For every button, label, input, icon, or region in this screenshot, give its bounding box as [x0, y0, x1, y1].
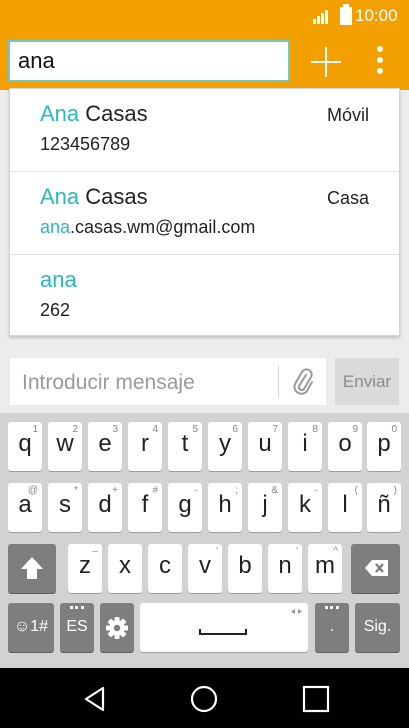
send-button[interactable]: Enviar: [335, 358, 399, 405]
backspace-key[interactable]: [351, 544, 400, 593]
period-key[interactable]: .: [315, 603, 349, 652]
suggestion-item[interactable]: Ana Casas Móvil 123456789: [10, 89, 399, 171]
contact-name: Ana Casas: [40, 101, 148, 126]
space-key[interactable]: [140, 603, 308, 652]
key-y[interactable]: 6y: [208, 422, 242, 471]
recipient-search-input[interactable]: ana: [8, 40, 290, 82]
key-t[interactable]: 5t: [168, 422, 202, 471]
key-z[interactable]: – z: [68, 544, 102, 593]
recent-apps-icon[interactable]: [301, 684, 331, 714]
navigation-bar: [0, 668, 409, 728]
key-n-tilde[interactable]: ) ñ: [367, 483, 401, 532]
key-u[interactable]: 7u: [248, 422, 282, 471]
shift-key[interactable]: [8, 544, 56, 593]
contact-type: Casa: [326, 188, 369, 208]
signal-icon: [313, 8, 331, 24]
backspace-icon: [365, 560, 388, 576]
key-m[interactable]: ^ m: [308, 544, 342, 593]
shift-icon: [21, 557, 43, 579]
key-p[interactable]: 0p: [367, 422, 401, 471]
key-x[interactable]: x: [108, 544, 142, 593]
emoji-symbols-key[interactable]: ☺1#: [8, 603, 54, 652]
message-input[interactable]: Introducir mensaje: [10, 358, 326, 405]
contact-suggestions: Ana Casas Móvil 123456789 Ana Casas Casa…: [9, 88, 400, 336]
key-a[interactable]: @ a: [8, 483, 42, 532]
key-o[interactable]: 9o: [328, 422, 362, 471]
back-icon[interactable]: [80, 684, 110, 714]
language-key[interactable]: ES: [60, 603, 94, 652]
divider: [278, 365, 279, 397]
key-g[interactable]: -g: [168, 483, 202, 532]
add-recipient-icon[interactable]: [310, 46, 342, 78]
next-key[interactable]: Sig.: [355, 603, 400, 652]
contact-detail: 262: [40, 300, 71, 320]
message-placeholder: Introducir mensaje: [22, 371, 195, 394]
settings-key[interactable]: [100, 603, 134, 652]
key-r[interactable]: 4r: [128, 422, 162, 471]
status-bar: 10:00: [0, 0, 409, 32]
key-j[interactable]: & j: [248, 483, 282, 532]
contact-detail: 123456789: [40, 134, 131, 154]
space-bar-icon: [199, 609, 302, 635]
contact-type: Móvil: [326, 105, 369, 125]
more-options-icon[interactable]: [370, 46, 390, 76]
key-v[interactable]: ' v: [188, 544, 222, 593]
key-f[interactable]: # f: [128, 483, 162, 532]
key-w[interactable]: 2w: [48, 422, 82, 471]
key-n[interactable]: ' n: [268, 544, 302, 593]
gear-icon: [106, 617, 128, 639]
contact-detail: ana.casas.wm@gmail.com: [40, 217, 256, 237]
key-l[interactable]: (l: [328, 483, 362, 532]
key-i[interactable]: 8i: [288, 422, 322, 471]
key-h[interactable]: ; h: [208, 483, 242, 532]
attach-icon[interactable]: [291, 367, 315, 397]
app-bar: ana: [0, 32, 409, 90]
suggestion-item[interactable]: Ana Casas Casa ana.casas.wm@gmail.com: [10, 171, 399, 254]
battery-icon: [340, 4, 352, 25]
contact-name: Ana Casas: [40, 184, 148, 209]
key-d[interactable]: + d: [88, 483, 122, 532]
key-e[interactable]: 3e: [88, 422, 122, 471]
contact-name: ana: [40, 267, 77, 292]
key-b[interactable]: b: [228, 544, 262, 593]
status-time: 10:00: [355, 6, 398, 25]
key-k[interactable]: -k: [288, 483, 322, 532]
key-q[interactable]: 1q: [8, 422, 42, 471]
key-s[interactable]: * s: [48, 483, 82, 532]
key-c[interactable]: c: [148, 544, 182, 593]
suggestion-item[interactable]: ana 262: [10, 254, 399, 335]
keyboard: 1q 2w 3e 4r 5t 6y 7u 8i 9o 0p @ a * s + d #…: [0, 413, 409, 668]
home-icon[interactable]: [189, 684, 219, 714]
